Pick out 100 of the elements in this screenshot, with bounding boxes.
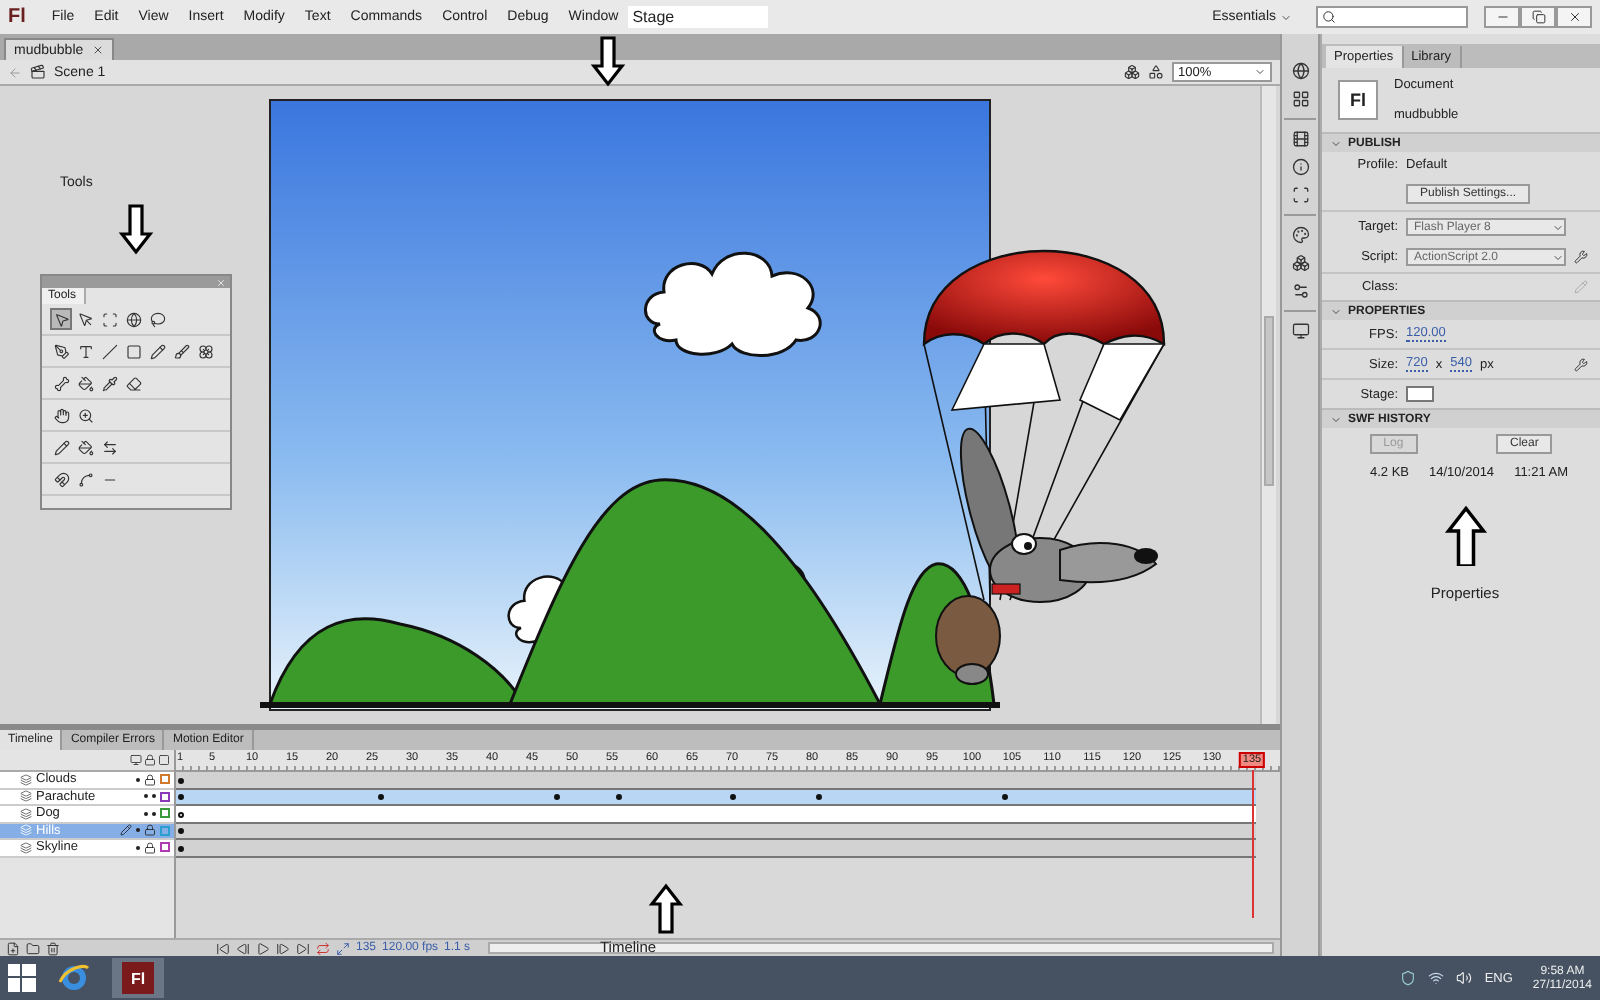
tool-button[interactable] xyxy=(122,308,144,330)
shapes-icon xyxy=(1148,64,1164,80)
keyframe-dot[interactable] xyxy=(177,811,183,817)
up-arrow-drawing xyxy=(648,883,684,934)
wrench-icon xyxy=(1574,357,1588,371)
rectangle-icon xyxy=(125,343,141,359)
shield-icon xyxy=(1400,970,1417,986)
tool-button[interactable] xyxy=(74,308,96,330)
monitor-icon xyxy=(1291,322,1309,340)
tool-button[interactable] xyxy=(50,372,72,394)
expand-icon xyxy=(1330,137,1342,149)
keyframe-dot[interactable] xyxy=(177,794,183,800)
browser-icon xyxy=(58,965,89,990)
zoom-icon xyxy=(77,407,93,423)
tool-button[interactable] xyxy=(146,308,168,330)
folder-icon xyxy=(26,941,40,955)
restore-button[interactable] xyxy=(1520,6,1556,28)
tool-button[interactable] xyxy=(74,372,96,394)
layer-icon xyxy=(20,790,32,803)
step-back-icon xyxy=(236,941,250,955)
lock-icon xyxy=(144,773,156,786)
new-layer-icon xyxy=(6,941,20,955)
back-arrow-icon xyxy=(8,65,22,79)
tool-button[interactable] xyxy=(194,340,216,362)
tool-button[interactable] xyxy=(74,436,96,458)
text-icon xyxy=(77,343,93,359)
layer-color-swatch[interactable] xyxy=(160,808,170,819)
search-field[interactable] xyxy=(1316,6,1468,28)
tool-button[interactable] xyxy=(50,340,72,362)
curve-icon xyxy=(77,471,93,487)
close-button[interactable] xyxy=(1556,6,1592,28)
grid-icon xyxy=(1291,90,1309,108)
tool-button[interactable] xyxy=(50,308,72,330)
clapperboard-icon xyxy=(30,64,46,80)
keyframe-dot[interactable] xyxy=(177,845,183,851)
pencil-icon xyxy=(1574,280,1588,294)
pencil-icon xyxy=(120,824,132,837)
keyframe-dot[interactable] xyxy=(1001,794,1008,800)
keyframe-dot[interactable] xyxy=(177,828,183,834)
layer-icon xyxy=(20,841,32,854)
tool-button[interactable] xyxy=(50,404,72,426)
film-icon xyxy=(1291,130,1309,148)
paint-bucket-icon xyxy=(77,439,93,455)
outline-icon xyxy=(158,754,170,766)
tool-button[interactable] xyxy=(146,340,168,362)
close-icon xyxy=(91,44,104,56)
keyframe-dot[interactable] xyxy=(177,777,183,783)
down-arrow-drawing xyxy=(590,36,626,87)
boxes-icon xyxy=(1291,254,1309,272)
info-icon xyxy=(1291,158,1309,176)
keyframe-dot[interactable] xyxy=(616,794,623,800)
network-icon xyxy=(1428,970,1445,986)
trash-icon xyxy=(46,941,60,955)
lock-icon xyxy=(144,841,156,854)
pen-icon xyxy=(53,343,69,359)
transform-icon xyxy=(1291,186,1309,204)
loop-icon xyxy=(316,941,330,955)
flower-icon xyxy=(197,343,213,359)
pencil-icon xyxy=(149,343,165,359)
horizontal-scrollbar[interactable] xyxy=(488,942,1274,954)
layer-color-swatch[interactable] xyxy=(160,825,170,836)
layer-color-swatch[interactable] xyxy=(160,842,170,853)
keyframe-dot[interactable] xyxy=(553,794,560,800)
layer-icon xyxy=(20,773,32,786)
stage-color-swatch[interactable] xyxy=(1406,386,1434,402)
pointer-outline-icon xyxy=(77,311,93,327)
tool-button[interactable] xyxy=(170,340,192,362)
tool-button[interactable] xyxy=(122,372,144,394)
scrollbar-thumb[interactable] xyxy=(1264,316,1274,486)
tool-button[interactable] xyxy=(50,436,72,458)
lock-icon xyxy=(144,754,156,766)
frame-row[interactable] xyxy=(176,806,1256,823)
tool-button[interactable] xyxy=(98,436,120,458)
tool-button[interactable] xyxy=(98,340,120,362)
layer-icon xyxy=(20,824,32,837)
minimize-icon xyxy=(1495,10,1509,24)
magnet-icon xyxy=(53,471,69,487)
wrench-icon xyxy=(1574,250,1588,264)
layer-icon xyxy=(20,807,32,820)
transform-icon xyxy=(101,311,117,327)
keyframe-dot[interactable] xyxy=(816,794,823,800)
layer-color-swatch[interactable] xyxy=(160,774,170,785)
taskbar-app[interactable]: Fl xyxy=(112,958,164,998)
vertical-scrollbar[interactable] xyxy=(1260,86,1276,724)
layer-color-swatch[interactable] xyxy=(160,791,170,802)
app-logo: Fl xyxy=(8,6,26,28)
first-frame-icon xyxy=(216,941,230,955)
tool-button[interactable] xyxy=(74,404,96,426)
minimize-button[interactable] xyxy=(1484,6,1520,28)
tool-button[interactable] xyxy=(98,372,120,394)
line-icon xyxy=(101,343,117,359)
brush-icon xyxy=(173,343,189,359)
tool-button[interactable] xyxy=(74,468,96,490)
tool-button[interactable] xyxy=(50,468,72,490)
windows-start-icon[interactable] xyxy=(8,964,36,992)
expand-icon xyxy=(1330,305,1342,317)
keyframe-dot[interactable] xyxy=(377,794,384,800)
expand-icon xyxy=(1330,413,1342,425)
tool-button[interactable] xyxy=(74,340,96,362)
keyframe-dot[interactable] xyxy=(729,794,736,800)
